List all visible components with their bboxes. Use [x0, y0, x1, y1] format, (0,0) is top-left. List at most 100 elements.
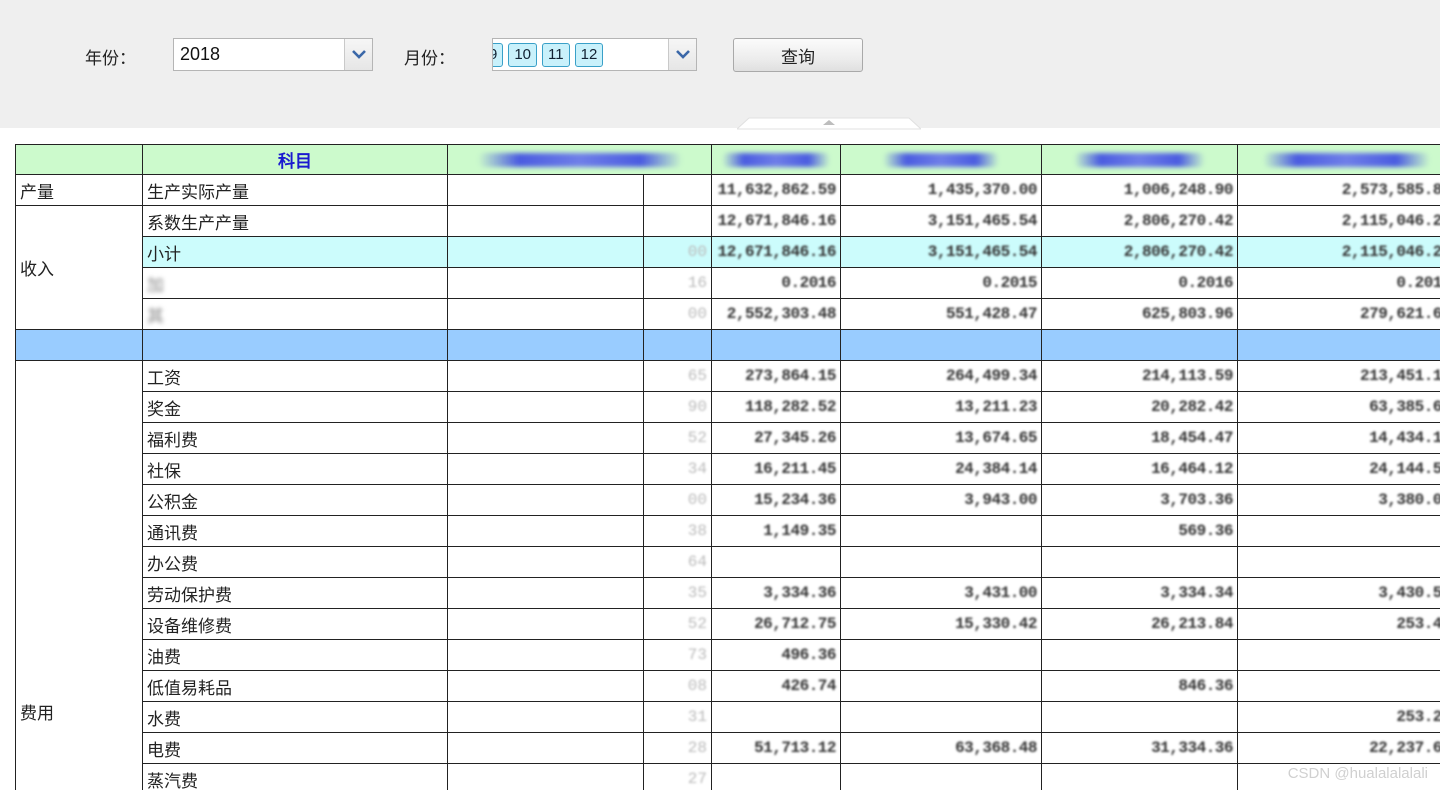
cell-value: 3,703.36: [1041, 484, 1238, 516]
table-row: 社保 34 16,211.45 24,384.14 16,464.12 24,1…: [16, 453, 1440, 485]
report-table: 科目 产量 生产实际产量 11,632,862.59 1,435,370.00 …: [15, 144, 1440, 790]
cell-value: 253.42: [1237, 608, 1440, 640]
header-blurred: [1237, 144, 1440, 175]
cell-value: 15,330.42: [840, 608, 1042, 640]
table-row: 其 00 2,552,303.48 551,428.47 625,803.96 …: [16, 298, 1440, 330]
cell-value: 625,803.96: [1041, 298, 1238, 330]
cell-value: [840, 763, 1042, 790]
month-chip[interactable]: 12: [574, 43, 604, 67]
cell-value: 3,151,465.54: [840, 205, 1042, 237]
table-row: 油费 73 496.36: [16, 639, 1440, 671]
cell-value: 279,621.65: [1237, 298, 1440, 330]
cell-value: 26,712.75: [711, 608, 841, 640]
blurred-value: 35: [643, 577, 712, 609]
table-row: 低值易耗品 08 426.74 846.36: [16, 670, 1440, 702]
blurred-value: [643, 174, 712, 206]
blurred-value: 28: [643, 732, 712, 764]
blurred-value: 00: [643, 298, 712, 330]
chevron-down-icon[interactable]: [344, 39, 372, 70]
cell-value: [840, 546, 1042, 578]
row-label: 其: [142, 298, 448, 330]
table-row: 加 16 0.2016 0.2015 0.2016 0.2015: [16, 267, 1440, 299]
cell-value: 3,334.36: [711, 577, 841, 609]
cell-value: 569.36: [1041, 515, 1238, 547]
cell-value: 264,499.34: [840, 360, 1042, 392]
row-label: 公积金: [142, 484, 448, 516]
table-row: 水费 31 253.22: [16, 701, 1440, 733]
row-label: 电费: [142, 732, 448, 764]
header-blurred: [840, 144, 1042, 175]
month-chip[interactable]: 10: [508, 43, 538, 67]
blurred-value: 34: [643, 453, 712, 485]
subtotal-row: 小计 00 12,671,846.16 3,151,465.54 2,806,2…: [16, 236, 1440, 268]
cell-value: 18,454.47: [1041, 422, 1238, 454]
month-label: 月份：: [404, 49, 455, 69]
row-label: 系数生产产量: [142, 205, 448, 237]
blurred-value: 90: [643, 391, 712, 423]
row-label: 福利费: [142, 422, 448, 454]
collapse-toggle-icon[interactable]: [737, 116, 921, 130]
chevron-down-icon[interactable]: [668, 39, 696, 70]
cell-value: 16,211.45: [711, 453, 841, 485]
cell-value: [1237, 639, 1440, 671]
month-chip[interactable]: 11: [542, 43, 570, 67]
category-output: 产量: [15, 174, 143, 206]
row-label: 低值易耗品: [142, 670, 448, 702]
cell-value: [840, 639, 1042, 671]
month-chip[interactable]: 9: [493, 43, 504, 67]
cell-value: 2,115,046.27: [1237, 205, 1440, 237]
table-row: 办公费 64: [16, 546, 1440, 578]
cell-value: [840, 515, 1042, 547]
table-row: 通讯费 38 1,149.35 569.36: [16, 515, 1440, 547]
blurred-value: 64: [643, 546, 712, 578]
cell-value: [1041, 546, 1238, 578]
cell-value: 3,430.54: [1237, 577, 1440, 609]
row-label: 油费: [142, 639, 448, 671]
month-multiselect[interactable]: 9 10 11 12: [492, 38, 697, 71]
cell-value: 551,428.47: [840, 298, 1042, 330]
cell-value: 24,144.56: [1237, 453, 1440, 485]
cell-value: [840, 701, 1042, 733]
blurred-value: 31: [643, 701, 712, 733]
cell-value: 16,464.12: [1041, 453, 1238, 485]
table-row: 奖金 90 118,282.52 13,211.23 20,282.42 63,…: [16, 391, 1440, 423]
year-select[interactable]: 2018: [173, 38, 373, 71]
row-label: 蒸汽费: [142, 763, 448, 790]
cell-value: [711, 546, 841, 578]
header-blurred: [447, 144, 712, 175]
cell-value: 13,211.23: [840, 391, 1042, 423]
year-value: 2018: [180, 44, 221, 64]
cell-value: 3,943.00: [840, 484, 1042, 516]
cell-value: 0.2015: [840, 267, 1042, 299]
year-label: 年份：: [85, 49, 136, 69]
cell-value: 15,234.36: [711, 484, 841, 516]
cell-value: 253.22: [1237, 701, 1440, 733]
query-button[interactable]: 查询: [733, 38, 863, 72]
row-label: 办公费: [142, 546, 448, 578]
cell-value: 0.2016: [711, 267, 841, 299]
cell-value: 51,713.12: [711, 732, 841, 764]
cell-value: 3,380.00: [1237, 484, 1440, 516]
separator-row: [15, 329, 1440, 361]
blurred-value: [643, 205, 712, 237]
row-label: 工资: [142, 360, 448, 392]
header-subject: 科目: [142, 144, 448, 175]
cell-value: 2,573,585.83: [1237, 174, 1440, 206]
header-blurred: [711, 144, 841, 175]
cell-value: 2,806,270.42: [1041, 205, 1238, 237]
cell-value: 12,671,846.16: [711, 236, 841, 268]
category-expense: 费用: [15, 360, 143, 790]
table-row: 设备维修费 52 26,712.75 15,330.42 26,213.84 2…: [16, 608, 1440, 640]
cell-value: 3,334.34: [1041, 577, 1238, 609]
cell-value: 846.36: [1041, 670, 1238, 702]
row-label: 加: [142, 267, 448, 299]
cell-value: 2,552,303.48: [711, 298, 841, 330]
cell-value: 20,282.42: [1041, 391, 1238, 423]
row-label: 设备维修费: [142, 608, 448, 640]
cell-value: 14,434.11: [1237, 422, 1440, 454]
cell-value: 11,632,862.59: [711, 174, 841, 206]
cell-value: [1237, 546, 1440, 578]
cell-value: 31,334.36: [1041, 732, 1238, 764]
cell-value: 0.2015: [1237, 267, 1440, 299]
table-header-row: 科目: [15, 144, 1440, 175]
